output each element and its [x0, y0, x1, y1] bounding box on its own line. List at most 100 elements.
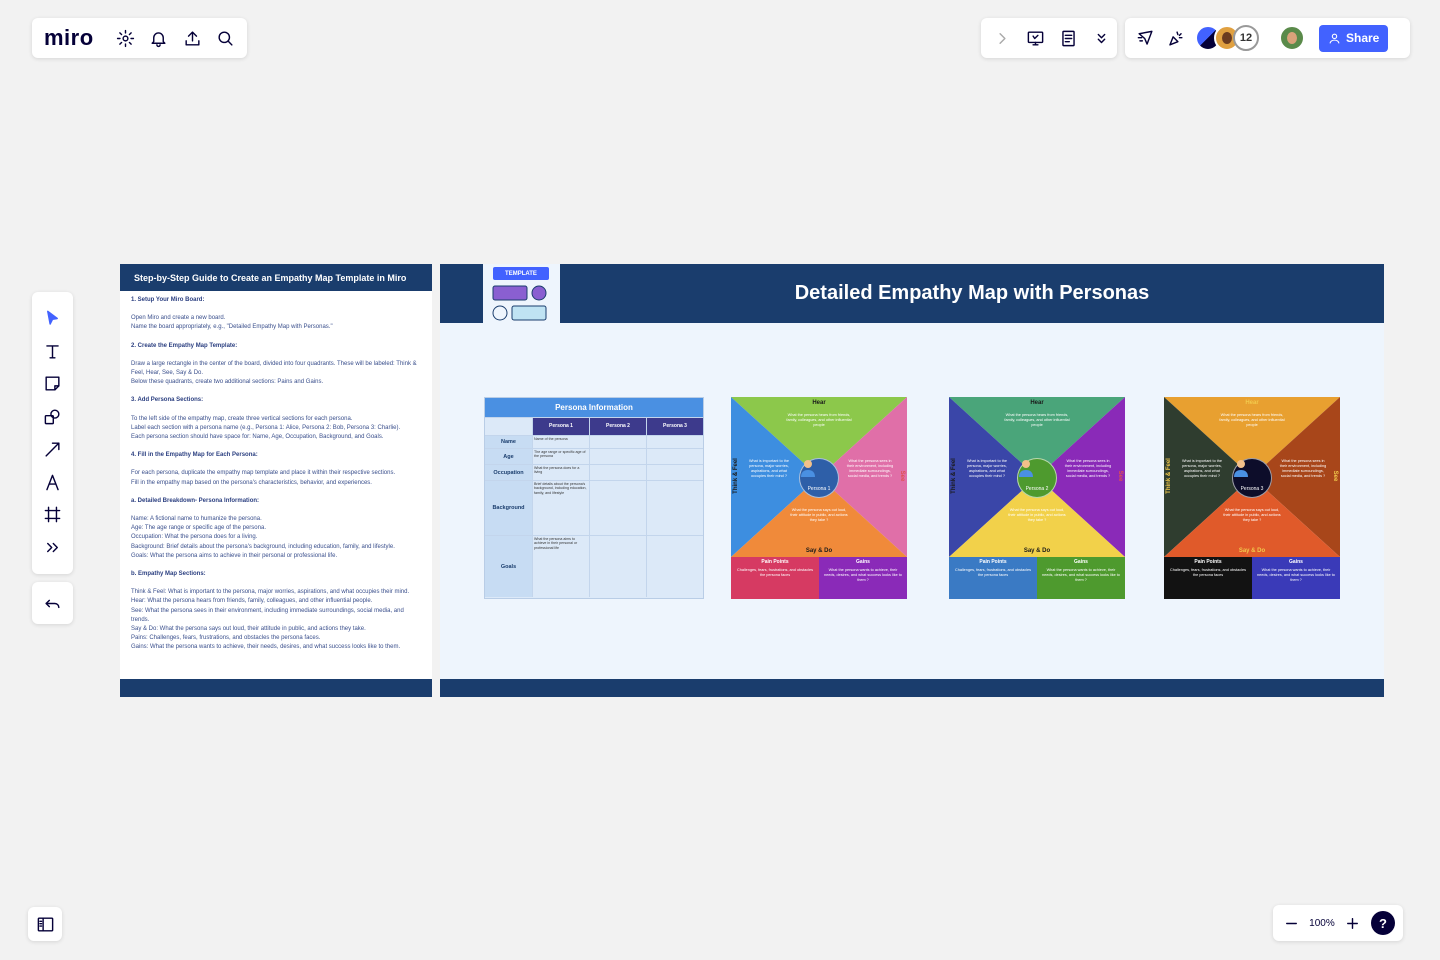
frames-panel-toggle[interactable] — [28, 907, 62, 941]
connection-line-icon[interactable] — [43, 439, 63, 459]
chevron-right-icon[interactable] — [993, 28, 1012, 48]
pains-gains-row: Pain Points Challenges, fears, frustratio… — [1164, 557, 1340, 599]
think-feel-label: Think & Feel — [1166, 458, 1172, 494]
upload-icon[interactable] — [182, 28, 201, 48]
cursor-follow-icon[interactable] — [1135, 28, 1155, 48]
gains-text: What the persona wants to achieve, their… — [824, 568, 902, 582]
guide-frame[interactable]: Step-by-Step Guide to Create an Empathy … — [120, 264, 432, 697]
say-do-text: What the persona says out loud, their at… — [1223, 508, 1281, 522]
persona-avatar-circle[interactable]: Persona 2 — [1017, 458, 1057, 498]
template-shapes-icon — [492, 285, 547, 321]
text-tool-icon[interactable] — [43, 341, 63, 361]
say-do-label: Say & Do — [805, 548, 833, 554]
table-header-row: Persona 1 Persona 2 Persona 3 — [485, 417, 703, 435]
zoom-out-icon[interactable] — [1281, 913, 1301, 933]
guide-footer-bar — [120, 679, 432, 697]
hear-text: What the persona hears from friends, fam… — [786, 413, 852, 427]
row-label: Goals — [485, 536, 532, 597]
persona-name: Persona 2 — [1025, 486, 1049, 492]
table-cell[interactable]: The age range or specific age of the per… — [532, 449, 589, 464]
table-cell[interactable] — [646, 536, 703, 597]
persona-icon — [1019, 460, 1033, 477]
pains-section[interactable]: Pain Points Challenges, fears, frustratio… — [731, 557, 819, 599]
hear-text: What the persona hears from friends, fam… — [1219, 413, 1285, 427]
presentation-icon[interactable] — [1026, 28, 1045, 48]
more-tools-icon[interactable] — [43, 538, 63, 558]
presentation-toolbar — [981, 18, 1117, 58]
share-button[interactable]: Share — [1319, 24, 1389, 52]
empathy-map[interactable]: Hear What the persona hears from friends,… — [949, 397, 1125, 599]
guide-line: For each persona, duplicate the empathy … — [131, 470, 396, 477]
see-label: See — [1332, 470, 1338, 482]
empathy-map-frame[interactable]: TEMPLATE Detailed Empathy Map with Perso… — [440, 264, 1384, 697]
table-row: Occupation What the persona does for a li… — [485, 464, 703, 480]
zoom-in-icon[interactable] — [1343, 913, 1363, 933]
guide-line: Goals: What the persona aims to achieve … — [131, 552, 338, 559]
guide-section-heading: 3. Add Persona Sections: — [131, 397, 204, 404]
guide-line: Occupation: What the persona does for a … — [131, 534, 258, 541]
sticky-note-icon[interactable] — [43, 374, 63, 394]
help-button[interactable]: ? — [1371, 911, 1395, 935]
table-cell[interactable] — [589, 536, 646, 597]
row-label: Background — [485, 481, 532, 535]
table-cell[interactable] — [646, 465, 703, 480]
notes-icon[interactable] — [1059, 28, 1078, 48]
table-cell[interactable]: Brief details about the persona's backgr… — [532, 481, 589, 535]
pains-section[interactable]: Pain Points Challenges, fears, frustratio… — [949, 557, 1037, 599]
frame-title: Detailed Empathy Map with Personas — [794, 282, 1150, 304]
search-icon[interactable] — [216, 28, 235, 48]
guide-section-heading: 4. Fill in the Empathy Map for Each Pers… — [131, 452, 258, 459]
zoom-level[interactable]: 100% — [1309, 918, 1335, 929]
guide-line: Background: Brief details about the pers… — [131, 543, 395, 550]
frame-icon[interactable] — [43, 505, 63, 525]
table-cell[interactable] — [589, 449, 646, 464]
shapes-icon[interactable] — [43, 407, 63, 427]
table-cell[interactable] — [589, 465, 646, 480]
gains-section[interactable]: Gains What the persona wants to achieve, … — [819, 557, 907, 599]
table-cell[interactable]: Name of the persona — [532, 436, 589, 448]
undo-panel — [32, 582, 73, 624]
persona-icon — [801, 460, 815, 477]
pen-icon[interactable] — [43, 472, 63, 492]
table-cell[interactable]: What the persona aims to achieve in thei… — [532, 536, 589, 597]
table-cell[interactable] — [646, 449, 703, 464]
persona-table-body: Name Name of the persona Age The age range … — [485, 435, 703, 597]
guide-line: Age: The age range or specific age of th… — [131, 525, 266, 532]
table-cell[interactable] — [589, 436, 646, 448]
settings-icon[interactable] — [116, 28, 135, 48]
miro-logo[interactable]: miro — [44, 25, 94, 51]
gains-section[interactable]: Gains What the persona wants to achieve, … — [1252, 557, 1340, 599]
pains-text: Challenges, fears, frustrations, and obs… — [737, 568, 813, 577]
see-text: What the persona sees in their environme… — [1064, 459, 1112, 478]
persona-info-table[interactable]: Persona Information Persona 1 Persona 2 … — [484, 397, 704, 599]
empathy-map[interactable]: Hear What the persona hears from friends,… — [731, 397, 907, 599]
row-label: Occupation — [485, 465, 532, 480]
reactions-icon[interactable] — [1165, 28, 1185, 48]
guide-line: Gains: What the persona wants to achieve… — [131, 644, 401, 651]
undo-icon[interactable] — [43, 593, 63, 613]
hear-label: Hear — [1030, 400, 1044, 406]
guide-line: To the left side of the empathy map, cre… — [131, 415, 353, 422]
guide-line: Fill in the empathy map based on the per… — [131, 479, 372, 486]
template-badge: TEMPLATE — [483, 264, 560, 323]
gains-section[interactable]: Gains What the persona wants to achieve, … — [1037, 557, 1125, 599]
table-cell[interactable] — [646, 436, 703, 448]
persona-avatar-circle[interactable]: Persona 1 — [799, 458, 839, 498]
table-cell[interactable] — [589, 481, 646, 535]
persona-avatar-circle[interactable]: Persona 3 — [1232, 458, 1272, 498]
pains-section[interactable]: Pain Points Challenges, fears, frustratio… — [1164, 557, 1252, 599]
user-avatar[interactable] — [1279, 25, 1305, 51]
chevrons-down-icon[interactable] — [1092, 28, 1111, 48]
hear-label: Hear — [812, 400, 826, 406]
template-label: TEMPLATE — [493, 267, 549, 280]
table-cell[interactable]: What the persona does for a living — [532, 465, 589, 480]
collaborator-count-badge[interactable]: 12 — [1233, 25, 1259, 51]
say-do-text: What the persona says out loud, their at… — [790, 508, 848, 522]
select-cursor-icon[interactable] — [43, 308, 63, 328]
empathy-map[interactable]: Hear What the persona hears from friends,… — [1164, 397, 1340, 599]
guide-line: Open Miro and create a new board. — [131, 315, 226, 322]
table-cell[interactable] — [646, 481, 703, 535]
sidebar-icon — [35, 914, 55, 934]
notifications-bell-icon[interactable] — [149, 28, 168, 48]
collaborators[interactable]: 12 — [1195, 25, 1259, 51]
